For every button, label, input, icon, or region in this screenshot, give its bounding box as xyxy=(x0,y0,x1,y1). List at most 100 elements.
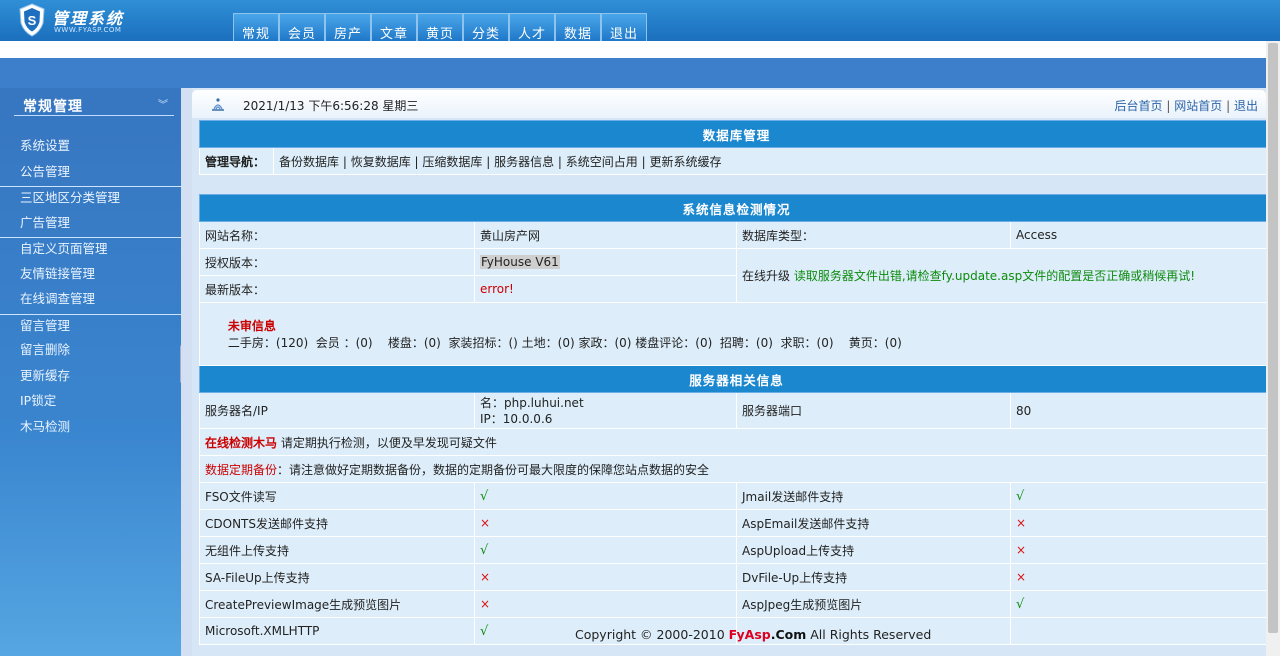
component-status: × xyxy=(474,563,737,591)
scrollbar-thumb[interactable] xyxy=(1268,43,1278,633)
separator: | xyxy=(1166,99,1171,113)
status-bar: 2021/1/13 下午6:56:28 星期三 后台首页 | 网站首页 | 退出 xyxy=(192,90,1266,118)
component-label: CreatePreviewImage生成预览图片 xyxy=(199,590,475,618)
backup-label: 数据定期备份 xyxy=(205,462,278,477)
tab-members[interactable]: 会员 xyxy=(279,13,325,42)
license-label: 授权版本： xyxy=(199,248,475,276)
sidebar-item-system-settings[interactable]: 系统设置 xyxy=(0,135,181,161)
copyright-prefix: Copyright © 2000-2010 xyxy=(575,627,729,642)
sidebar-item-friend-links[interactable]: 友情链接管理 xyxy=(0,263,181,289)
brand-name: FyAsp xyxy=(728,627,771,642)
trojan-check-link[interactable]: 在线检测木马 xyxy=(205,436,277,450)
component-label: CDONTS发送邮件支持 xyxy=(199,509,475,537)
db-management-table: 数据库管理 管理导航： 备份数据库 | 恢复数据库 | 压缩数据库 | 服务器信… xyxy=(198,120,1275,175)
sidebar-item-messages[interactable]: 留言管理 xyxy=(0,313,181,340)
upgrade-label: 在线升级 xyxy=(742,269,791,283)
sidebar-item-message-delete[interactable]: 留言删除 xyxy=(0,339,181,365)
db-type-value: Access xyxy=(1009,221,1275,249)
component-status: × xyxy=(474,509,737,537)
component-label: AspJpeg生成预览图片 xyxy=(736,590,1011,618)
shield-logo-icon: S xyxy=(19,3,45,37)
component-status: × xyxy=(1009,536,1275,564)
sidebar-item-surveys[interactable]: 在线调查管理 xyxy=(0,288,181,314)
system-info-title: 系统信息检测情况 xyxy=(198,194,1275,222)
sidebar-item-announcements[interactable]: 公告管理 xyxy=(0,161,181,187)
system-info-table: 系统信息检测情况 网站名称： 黄山房产网 数据库类型： Access 授权版本：… xyxy=(198,194,1275,645)
component-label: DvFile-Up上传支持 xyxy=(736,563,1011,591)
copyright: Copyright © 2000-2010 FyAsp.Com All Righ… xyxy=(575,627,931,642)
space-usage-link[interactable]: 系统空间占用 xyxy=(566,155,638,169)
backup-db-link[interactable]: 备份数据库 xyxy=(279,155,339,169)
admin-home-link[interactable]: 后台首页 xyxy=(1115,99,1163,113)
component-status: × xyxy=(1009,509,1275,537)
server-info-link[interactable]: 服务器信息 xyxy=(494,155,554,169)
component-status xyxy=(1009,617,1275,645)
server-ip-value: IP：10.0.0.6 xyxy=(480,411,553,426)
server-name-value: 名：php.luhui.net xyxy=(480,395,584,410)
server-info-title: 服务器相关信息 xyxy=(198,365,1275,393)
tab-yellow-pages[interactable]: 黄页 xyxy=(417,13,463,42)
svg-text:S: S xyxy=(28,13,37,28)
component-label: Jmail发送邮件支持 xyxy=(736,482,1011,510)
server-name-cell: 名：php.luhui.net IP：10.0.0.6 xyxy=(474,392,737,429)
sidebar-item-region-categories[interactable]: 三区地区分类管理 xyxy=(0,186,181,212)
component-status: √ xyxy=(1009,482,1275,510)
online-upgrade-cell: 在线升级 读取服务器文件出错,请检查fy.update.asp文件的配置是否正确… xyxy=(735,248,1275,303)
header-divider xyxy=(0,41,1280,58)
sidebar-menu: 系统设置 公告管理 三区地区分类管理 广告管理 自定义页面管理 友情链接管理 在… xyxy=(0,135,181,441)
update-cache-link[interactable]: 更新系统缓存 xyxy=(649,155,721,169)
sidebar-item-custom-pages[interactable]: 自定义页面管理 xyxy=(0,237,181,263)
component-label: AspUpload上传支持 xyxy=(736,536,1011,564)
tab-categories[interactable]: 分类 xyxy=(463,13,509,42)
top-header: S 管理系统 WWW.FYASP.COM 常规 会员 房产 文章 黄页 分类 人… xyxy=(0,0,1280,42)
tab-data[interactable]: 数据 xyxy=(555,13,601,42)
logout-link[interactable]: 退出 xyxy=(1234,99,1258,113)
logo-subtitle: WWW.FYASP.COM xyxy=(54,26,122,34)
component-label: SA-FileUp上传支持 xyxy=(199,563,475,591)
db-type-label: 数据库类型： xyxy=(736,221,1011,249)
blue-band xyxy=(0,58,1280,88)
current-datetime: 2021/1/13 下午6:56:28 星期三 xyxy=(243,99,419,113)
main-nav: 常规 会员 房产 文章 黄页 分类 人才 数据 退出 xyxy=(233,13,647,42)
latest-version-label: 最新版本： xyxy=(199,275,475,303)
chevron-down-icon[interactable]: ︾ xyxy=(158,96,168,111)
component-label: Microsoft.XMLHTTP xyxy=(199,617,475,645)
tab-talent[interactable]: 人才 xyxy=(509,13,555,42)
logo: S 管理系统 WWW.FYASP.COM xyxy=(16,3,166,39)
component-label: FSO文件读写 xyxy=(199,482,475,510)
separator: | xyxy=(1226,99,1231,113)
tab-general[interactable]: 常规 xyxy=(233,13,279,42)
pending-counts: 二手房：(120) 会员 ：(0) 楼盘：(0) 家装招标：() 土地：(0) … xyxy=(227,336,902,350)
component-status: √ xyxy=(474,536,737,564)
tab-articles[interactable]: 文章 xyxy=(371,13,417,42)
sidebar-item-update-cache[interactable]: 更新缓存 xyxy=(0,365,181,391)
tab-property[interactable]: 房产 xyxy=(325,13,371,42)
sidebar-title: 常规管理 xyxy=(23,99,83,115)
server-port-label: 服务器端口 xyxy=(736,392,1011,429)
component-status: √ xyxy=(1009,590,1275,618)
compress-db-link[interactable]: 压缩数据库 xyxy=(422,155,482,169)
tab-logout[interactable]: 退出 xyxy=(601,13,647,42)
admin-nav-links: 备份数据库 | 恢复数据库 | 压缩数据库 | 服务器信息 | 系统空间占用 |… xyxy=(272,147,1275,175)
component-status: × xyxy=(1009,563,1275,591)
component-label: 无组件上传支持 xyxy=(199,536,475,564)
component-status: √ xyxy=(474,482,737,510)
signal-icon xyxy=(212,98,224,111)
sidebar-header[interactable]: 常规管理 ︾ xyxy=(0,88,181,116)
license-cell: FyHouse V61 xyxy=(474,248,737,276)
component-label: AspEmail发送邮件支持 xyxy=(736,509,1011,537)
sidebar-item-trojan-scan[interactable]: 木马检测 xyxy=(0,416,181,442)
backup-text: ：请注意做好定期数据备份，数据的定期备份可最大限度的保障您站点数据的安全 xyxy=(277,462,710,477)
server-name-label: 服务器名/IP xyxy=(199,392,475,429)
brand-domain: .Com xyxy=(770,627,807,642)
sidebar-item-ads[interactable]: 广告管理 xyxy=(0,212,181,238)
backup-reminder-row: 数据定期备份：请注意做好定期数据备份，数据的定期备份可最大限度的保障您站点数据的… xyxy=(198,455,1275,483)
sidebar-item-ip-lock[interactable]: IP锁定 xyxy=(0,390,181,416)
upgrade-message: 读取服务器文件出错,请检查fy.update.asp文件的配置是否正确或稍候再试… xyxy=(793,269,1196,283)
server-port-value: 80 xyxy=(1009,392,1275,429)
pending-info-row: 未审信息 二手房：(120) 会员 ：(0) 楼盘：(0) 家装招标：() 土地… xyxy=(198,302,1275,366)
site-home-link[interactable]: 网站首页 xyxy=(1174,99,1222,113)
restore-db-link[interactable]: 恢复数据库 xyxy=(351,155,411,169)
sidebar: 常规管理 ︾ 系统设置 公告管理 三区地区分类管理 广告管理 自定义页面管理 友… xyxy=(0,88,181,656)
site-name-label: 网站名称： xyxy=(199,221,475,249)
